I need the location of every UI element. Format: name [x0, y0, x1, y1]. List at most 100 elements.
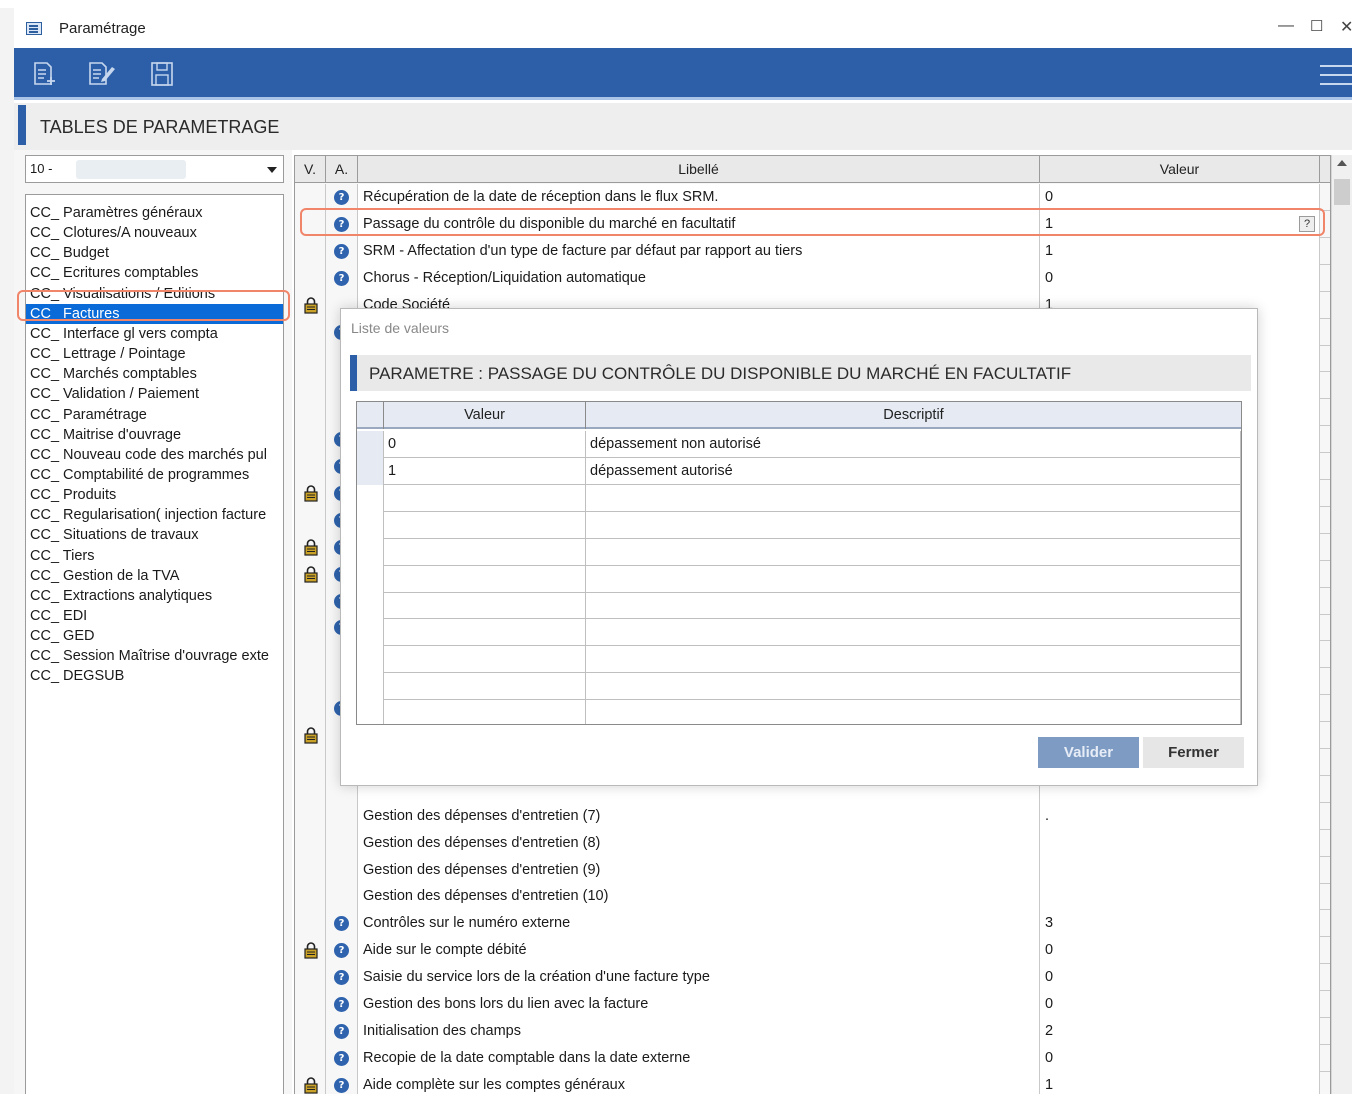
description-cell[interactable] [586, 511, 1241, 539]
value-row[interactable] [357, 538, 1241, 566]
value-row[interactable] [357, 646, 1241, 674]
description-cell[interactable]: dépassement non autorisé [586, 431, 1241, 458]
description-cell[interactable]: dépassement autorisé [586, 457, 1241, 485]
table-row[interactable]: ? Contrôles sur le numéro externe 3 [295, 910, 1330, 938]
vertical-scrollbar[interactable] [1331, 155, 1352, 1094]
table-row[interactable]: ? Aide sur le compte débité 0 [295, 937, 1330, 965]
row-selector[interactable] [357, 538, 384, 566]
help-icon[interactable]: ? [334, 270, 349, 286]
description-cell[interactable] [586, 565, 1241, 593]
value-cell[interactable] [384, 646, 586, 674]
description-cell[interactable] [586, 538, 1241, 566]
table-list-item[interactable]: CC_ Nouveau code des marchés pul [26, 445, 283, 465]
table-list-item[interactable]: CC_ GED [26, 626, 283, 646]
libelle-cell[interactable]: Gestion des dépenses d'entretien (8) [358, 829, 1040, 857]
fermer-button[interactable]: Fermer [1143, 737, 1244, 768]
table-list-item[interactable]: CC_ Paramétrage [26, 405, 283, 425]
row-selector[interactable] [357, 511, 384, 539]
table-list-item[interactable]: CC_ Session Maîtrise d'ouvrage exte [26, 646, 283, 666]
value-row[interactable] [357, 619, 1241, 647]
table-row[interactable]: ? Chorus - Réception/Liquidation automati… [295, 264, 1330, 292]
table-row[interactable]: ? Initialisation des champs 2 [295, 1017, 1330, 1045]
row-selector[interactable] [357, 565, 384, 593]
valeur-cell[interactable]: 0 [1040, 937, 1320, 965]
row-selector[interactable] [357, 457, 384, 485]
help-icon[interactable]: ? [334, 970, 349, 986]
description-cell[interactable] [586, 484, 1241, 512]
libelle-cell[interactable]: Gestion des dépenses d'entretien (10) [358, 883, 1040, 911]
table-list-item[interactable]: CC_ Produits [26, 485, 283, 505]
col-header-valeur[interactable]: Valeur [384, 402, 586, 429]
valider-button[interactable]: Valider [1038, 737, 1139, 768]
libelle-cell[interactable]: Récupération de la date de réception dan… [358, 184, 1040, 211]
valeur-cell[interactable]: 0 [1040, 991, 1320, 1018]
libelle-cell[interactable]: Gestion des bons lors du lien avec la fa… [358, 991, 1040, 1018]
value-cell[interactable] [384, 484, 586, 512]
valeur-cell[interactable]: 0 [1040, 184, 1320, 211]
valeur-cell[interactable]: 0 [1040, 264, 1320, 292]
valeur-cell[interactable] [1040, 829, 1320, 857]
table-list-item[interactable]: CC_ Regularisation( injection facture [26, 505, 283, 525]
description-cell[interactable] [586, 592, 1241, 620]
help-icon[interactable]: ? [334, 997, 349, 1012]
row-selector[interactable] [357, 431, 384, 458]
value-row[interactable]: 0 dépassement non autorisé [357, 431, 1241, 458]
value-cell[interactable] [384, 538, 586, 566]
table-list-item[interactable]: CC_ EDI [26, 606, 283, 626]
table-row[interactable]: ? Recopie de la date comptable dans la da… [295, 1044, 1330, 1072]
valeur-cell[interactable]: 0 [1040, 1044, 1320, 1072]
libelle-cell[interactable]: Gestion des dépenses d'entretien (9) [358, 856, 1040, 884]
edit-document-icon[interactable] [87, 60, 115, 88]
libelle-cell[interactable]: Initialisation des champs [358, 1017, 1040, 1045]
value-row[interactable] [357, 511, 1241, 539]
valeur-cell[interactable] [1040, 856, 1320, 884]
save-icon[interactable] [149, 60, 175, 88]
help-icon[interactable]: ? [334, 943, 349, 959]
valeur-cell[interactable]: 1 [1040, 237, 1320, 265]
value-row[interactable] [357, 484, 1241, 512]
table-list-item[interactable]: CC_ Maitrise d'ouvrage [26, 425, 283, 445]
help-icon[interactable]: ? [334, 243, 349, 259]
valeur-cell[interactable]: . [1040, 802, 1320, 830]
table-list-item[interactable]: CC_ DEGSUB [26, 666, 283, 686]
description-cell[interactable] [586, 700, 1241, 724]
valeur-cell[interactable]: 0 [1040, 964, 1320, 992]
help-icon[interactable]: ? [334, 916, 349, 932]
table-row[interactable]: Gestion des dépenses d'entretien (9) [295, 856, 1330, 884]
table-list-item[interactable]: CC_ Comptabilité de programmes [26, 465, 283, 485]
table-row[interactable]: ? Saisie du service lors de la création d… [295, 964, 1330, 992]
help-icon[interactable]: ? [334, 1050, 349, 1066]
new-document-icon[interactable] [32, 60, 58, 88]
minimize-button[interactable]: — [1278, 17, 1294, 35]
table-list-item[interactable]: CC_ Interface gl vers compta [26, 324, 283, 344]
table-combo[interactable]: 10 - [25, 155, 284, 183]
table-row[interactable]: ? Gestion des bons lors du lien avec la f… [295, 991, 1330, 1018]
description-cell[interactable] [586, 673, 1241, 701]
table-row[interactable]: ? SRM - Affectation d'un type de facture … [295, 237, 1330, 265]
row-selector[interactable] [357, 619, 384, 647]
libelle-cell[interactable]: Recopie de la date comptable dans la dat… [358, 1044, 1040, 1072]
table-list-item[interactable]: CC_ Situations de travaux [26, 525, 283, 545]
table-list-item[interactable]: CC_ Clotures/A nouveaux [26, 223, 283, 243]
description-cell[interactable] [586, 646, 1241, 674]
value-cell[interactable] [384, 592, 586, 620]
row-selector[interactable] [357, 700, 384, 724]
close-button[interactable]: ✕ [1340, 17, 1352, 37]
help-icon[interactable]: ? [334, 1077, 349, 1093]
value-row[interactable]: 1 dépassement autorisé [357, 457, 1241, 485]
value-row[interactable] [357, 700, 1241, 724]
col-header-v[interactable]: V. [295, 156, 326, 183]
table-list-item[interactable]: CC_ Extractions analytiques [26, 586, 283, 606]
help-icon[interactable]: ? [334, 190, 349, 205]
table-list-item[interactable]: CC_ Paramètres généraux [26, 203, 283, 223]
help-icon[interactable]: ? [334, 1023, 349, 1039]
maximize-button[interactable]: ☐ [1310, 17, 1323, 35]
libelle-cell[interactable]: Aide sur le compte débité [358, 937, 1040, 965]
value-row[interactable] [357, 565, 1241, 593]
col-header-libelle[interactable]: Libellé [358, 156, 1040, 183]
value-cell[interactable] [384, 673, 586, 701]
table-list-item[interactable]: CC_ Budget [26, 243, 283, 263]
table-row[interactable]: Gestion des dépenses d'entretien (8) [295, 829, 1330, 857]
value-row[interactable] [357, 592, 1241, 620]
valeur-cell[interactable] [1040, 883, 1320, 911]
